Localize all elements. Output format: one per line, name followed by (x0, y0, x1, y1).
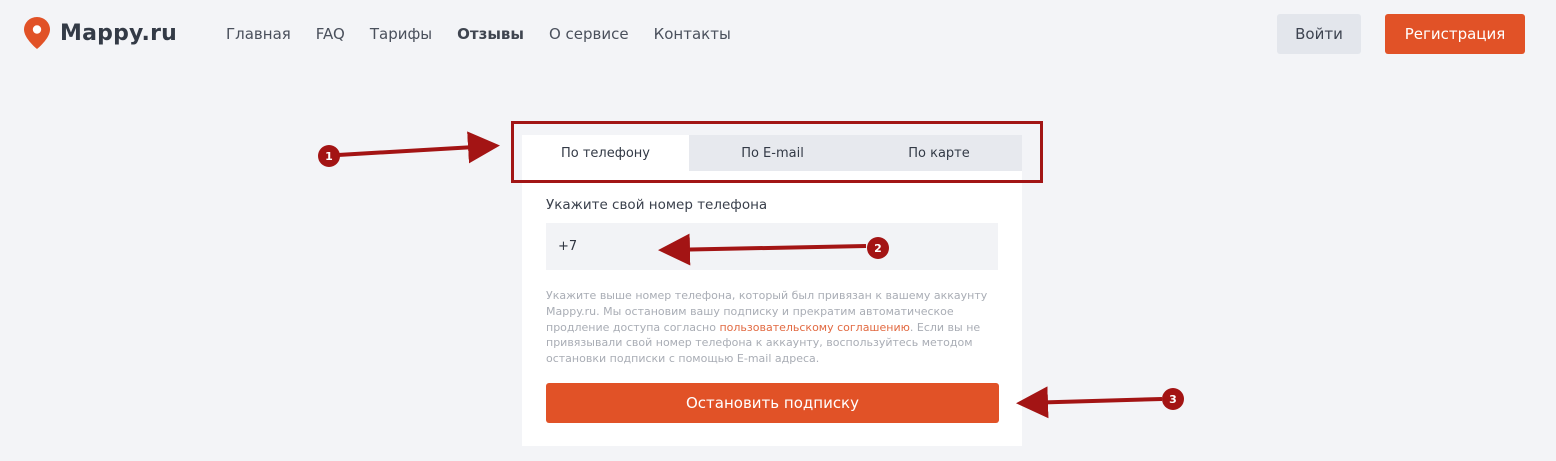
phone-input[interactable] (546, 223, 998, 270)
annotation-marker-1: 1 (318, 145, 340, 167)
annotation-marker-3: 3 (1162, 388, 1184, 410)
annotation-marker-2: 2 (867, 237, 889, 259)
phone-field-label: Укажите свой номер телефона (546, 197, 768, 213)
annotation-highlight-box (511, 121, 1043, 183)
logo-text: Mappy.ru (60, 20, 178, 46)
annotation-arrow-3 (1016, 386, 1163, 419)
nav-item-faq[interactable]: FAQ (316, 25, 345, 43)
annotation-arrow-1 (337, 131, 500, 164)
header: Mappy.ru Главная FAQ Тарифы Отзывы О сер… (0, 0, 1556, 68)
register-button[interactable]: Регистрация (1385, 14, 1525, 54)
nav-item-contacts[interactable]: Контакты (654, 25, 731, 43)
login-button[interactable]: Войти (1277, 14, 1361, 54)
stop-subscription-button[interactable]: Остановить подписку (546, 383, 999, 423)
user-agreement-link[interactable]: пользовательскому соглашению (719, 321, 909, 334)
logo[interactable]: Mappy.ru (24, 17, 177, 49)
help-text: Укажите выше номер телефона, который был… (546, 288, 1002, 367)
nav-item-tariffs[interactable]: Тарифы (370, 25, 432, 43)
nav-item-about[interactable]: О сервисе (549, 25, 629, 43)
nav-item-home[interactable]: Главная (226, 25, 291, 43)
nav-item-reviews[interactable]: Отзывы (457, 25, 524, 43)
main-nav: Главная FAQ Тарифы Отзывы О сервисе Конт… (226, 25, 756, 43)
map-pin-icon (24, 17, 50, 49)
